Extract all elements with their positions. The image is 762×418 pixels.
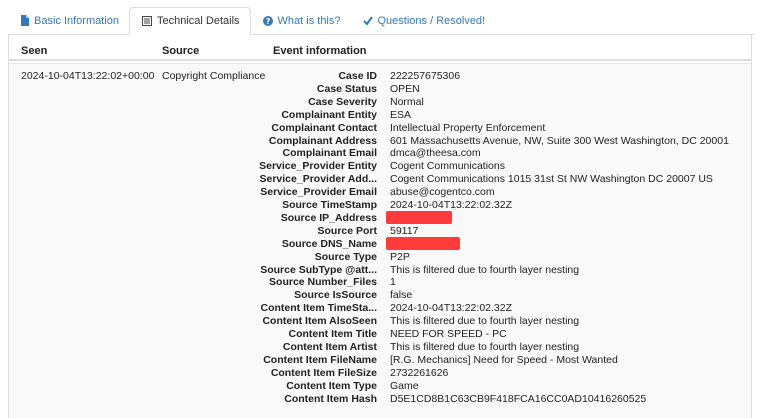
detail-key: Content Item FileSize (270, 366, 377, 379)
detail-key: Content Item Hash (284, 392, 377, 405)
detail-value: Intellectual Property Enforcement (390, 121, 546, 134)
detail-key: Complainant Email (282, 147, 377, 160)
detail-row: Complainant Entity ESA (273, 109, 743, 122)
detail-row: Content Item Artist This is filtered due … (273, 341, 743, 354)
detail-value: ESA (390, 108, 412, 121)
detail-key: Content Item Artist (282, 340, 377, 353)
detail-row: Source IsSource false (273, 289, 743, 302)
detail-row: Source TimeStamp 2024-10-04T13:22:02.32Z (273, 199, 743, 212)
detail-key: Case ID (338, 70, 377, 82)
detail-row: Content Item FileSize 2732261626 (271, 366, 743, 380)
detail-value: Normal (390, 95, 424, 108)
detail-value: OPEN (390, 82, 420, 95)
detail-key: Complainant Address (268, 134, 377, 147)
detail-key: Source TimeStamp (282, 199, 377, 211)
detail-value: 2732261626 (390, 366, 449, 379)
detail-value: This is filtered due to fourth layer nes… (390, 315, 580, 328)
source-name: Copyright Compliance (162, 70, 266, 82)
detail-value: NEED FOR SPEED - PC (390, 328, 507, 340)
tab-bar: Basic Information Technical Details ? Wh… (8, 7, 754, 35)
redaction-block (386, 236, 460, 250)
tab-label: What is this? (277, 14, 341, 27)
detail-row: Service_Provider Entity Cogent Communicat… (259, 160, 743, 173)
tab-technical-details[interactable]: Technical Details (128, 7, 251, 35)
detail-row: Content Item TimeSta... 2024-10-04T13:22:… (261, 302, 743, 315)
detail-key: Service_Provider Add... (259, 173, 378, 186)
redaction-block (386, 210, 452, 224)
detail-value: Cogent Communications 1015 31st St NW Wa… (390, 173, 713, 186)
tab-label: Questions / Resolved! (377, 14, 486, 27)
detail-row: Service_Provider Add... Cogent Communicat… (260, 173, 743, 186)
header-event-information: Event information (273, 45, 367, 57)
detail-row: Case Status OPEN (273, 83, 743, 96)
detail-value: 601 Massachusetts Avenue, NW, Suite 300 … (390, 134, 729, 147)
document-icon (20, 15, 29, 26)
detail-row: Source Type P2P (273, 251, 743, 264)
detail-key: Source IsSource (294, 289, 377, 302)
tab-what-is-this[interactable]: ? What is this? (251, 7, 351, 34)
detail-key: Service_Provider Entity (259, 160, 377, 173)
detail-key: Content Item FileName (263, 353, 377, 366)
detail-key: Content Item Type (286, 379, 377, 392)
table-header: Seen Source Event information (9, 35, 751, 61)
tab-basic-information[interactable]: Basic Information (8, 7, 129, 34)
detail-value: abuse@cogentco.com (390, 186, 495, 199)
detail-key: Source Number_Files (269, 276, 377, 289)
table-row: 2024-10-04T13:22:02+00:00 Copyright Comp… (9, 63, 751, 418)
svg-text:?: ? (265, 17, 270, 26)
technical-details-panel: Seen Source Event information 2024-10-04… (8, 35, 752, 418)
detail-value: 1 (390, 276, 396, 289)
detail-key: Content Item TimeSta... (260, 302, 378, 315)
tab-label: Basic Information (34, 14, 119, 27)
detail-row: Complainant Address 601 Massachusetts Ave… (269, 134, 743, 148)
detail-row: Content Item Type Game (273, 380, 743, 393)
detail-value: false (390, 289, 413, 302)
detail-row: Complainant Email dmca@theesa.com (273, 147, 743, 160)
detail-row: Source IP_Address (273, 210, 743, 225)
detail-value: [R.G. Mechanics] Need for Speed - Most W… (390, 353, 618, 366)
seen-timestamp: 2024-10-04T13:22:02+00:00 (21, 70, 155, 82)
detail-value: This is filtered due to fourth layer nes… (390, 263, 580, 276)
detail-row: Source Number_Files 1 (269, 276, 743, 289)
detail-key: Source IP_Address (280, 211, 377, 224)
detail-row: Source SubType @att... This is filtered d… (260, 263, 743, 277)
question-circle-icon: ? (262, 15, 273, 26)
detail-value: Cogent Communications (390, 160, 505, 173)
detail-value: Game (390, 379, 419, 392)
detail-value: D5E1CD8B1C63CB9F418FCA16CC0AD10416260525 (390, 392, 647, 405)
detail-row: Service_Provider Email abuse@cogentco.com (260, 186, 743, 199)
list-icon (141, 16, 152, 26)
detail-value: 59117 (390, 224, 419, 237)
detail-key: Case Severity (308, 95, 377, 108)
detail-key: Source Port (317, 224, 377, 237)
checkmark-icon (362, 16, 373, 25)
detail-key: Case Status (316, 82, 377, 95)
detail-row: Content Item Title NEED FOR SPEED - PC (273, 328, 743, 341)
detail-key: Source SubType @att... (260, 263, 377, 276)
detail-key: Complainant Contact (271, 121, 377, 134)
detail-row: Source Port 59117 (273, 225, 743, 238)
detail-key: Source DNS_Name (281, 237, 377, 250)
header-source: Source (162, 45, 200, 57)
detail-row: Content Item Hash D5E1CD8B1C63CB9F418FCA1… (273, 393, 743, 406)
detail-row: Case ID 222257675306 (273, 70, 743, 83)
detail-row: Case Severity Normal (273, 96, 743, 109)
detail-row: Content Item FileName [R.G. Mechanics] Ne… (263, 353, 743, 367)
detail-key: Content Item AlsoSeen (262, 315, 377, 328)
detail-key: Complainant Entity (281, 108, 377, 121)
detail-key: Source Type (314, 250, 377, 263)
detail-value: dmca@theesa.com (390, 147, 481, 160)
detail-key: Content Item Title (288, 328, 377, 340)
tab-label: Technical Details (156, 15, 240, 27)
detail-value: P2P (390, 250, 410, 263)
header-seen: Seen (21, 45, 48, 57)
tab-questions-resolved[interactable]: Questions / Resolved! (351, 7, 496, 34)
detail-row: Content Item AlsoSeen This is filtered du… (262, 315, 743, 328)
detail-value: This is filtered due to fourth layer nes… (390, 340, 580, 353)
detail-key: Service_Provider Email (260, 186, 377, 199)
detail-row: Complainant Contact Intellectual Property… (271, 121, 743, 135)
detail-value: 222257675306 (390, 70, 461, 82)
detail-row: Source DNS_Name (273, 236, 743, 251)
detail-value: 2024-10-04T13:22:02.32Z (390, 302, 513, 315)
